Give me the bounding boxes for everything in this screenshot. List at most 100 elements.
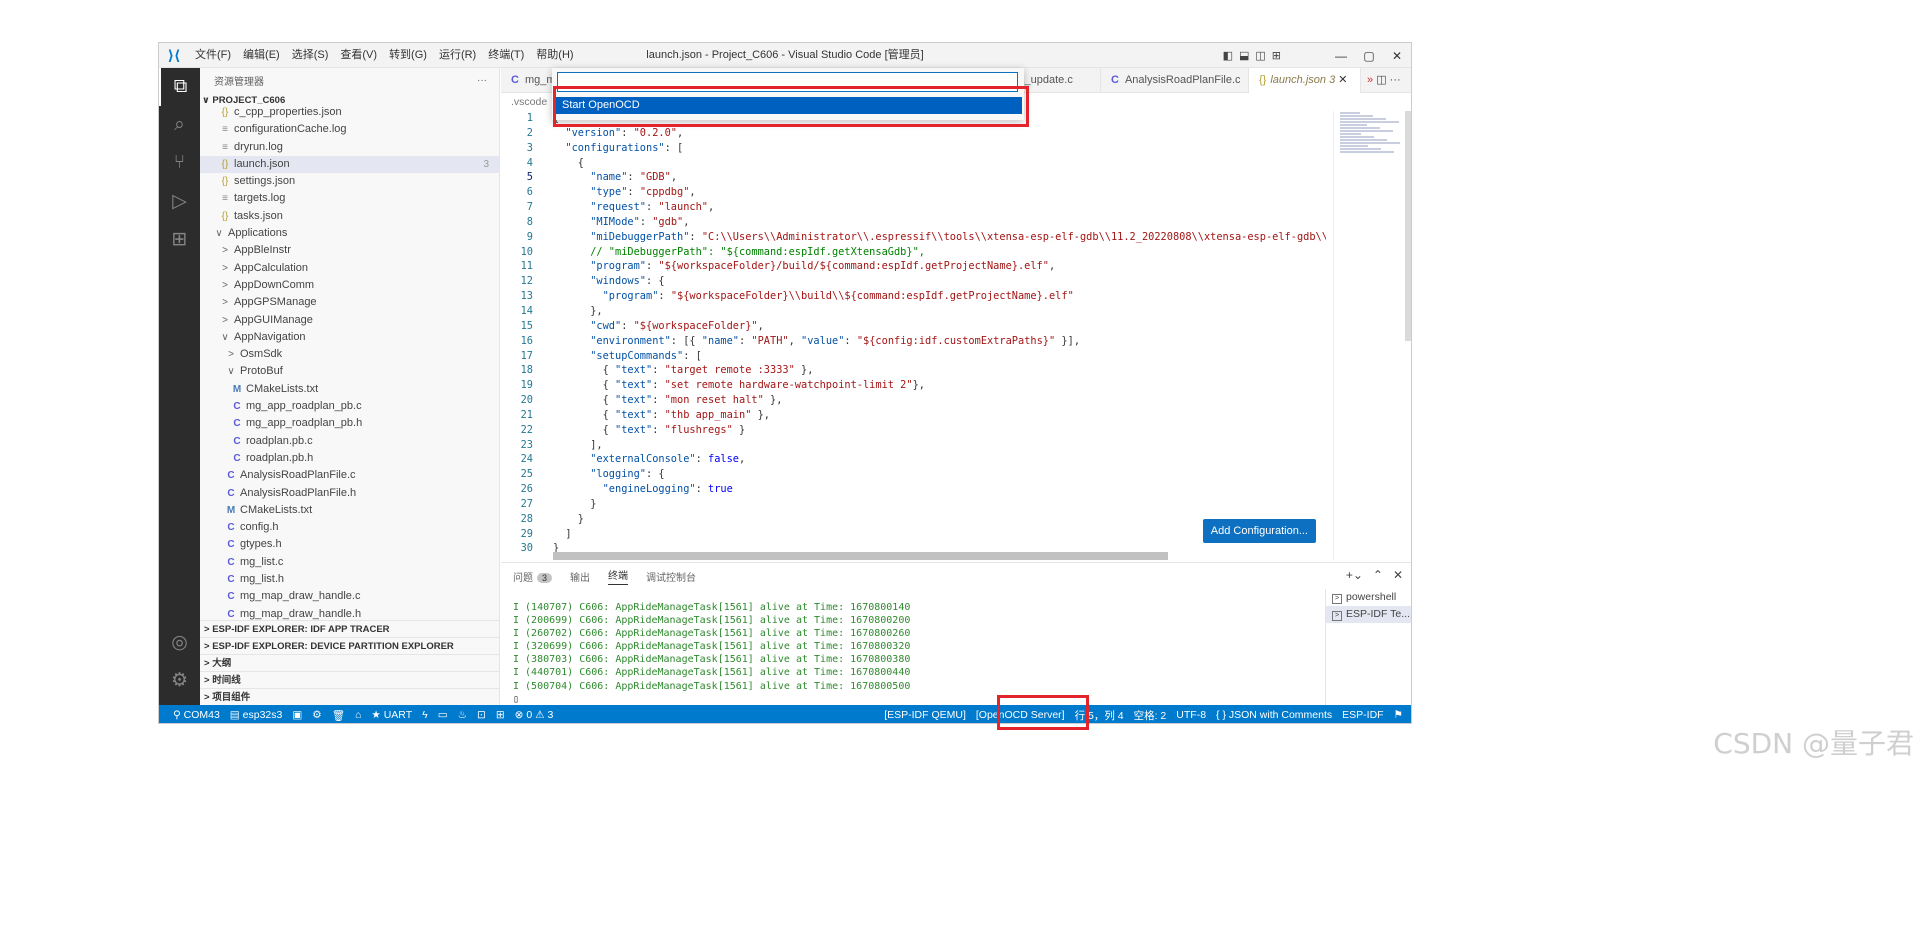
tree-item[interactable]: > AppGPSManage (200, 294, 499, 311)
tree-item[interactable]: C AnalysisRoadPlanFile.h (200, 485, 499, 502)
menu-file[interactable]: 文件(F) (189, 43, 237, 68)
tree-item[interactable]: > AppBleInstr (200, 242, 499, 259)
horizontal-scrollbar[interactable] (553, 552, 1168, 560)
tab-output[interactable]: 输出 (570, 569, 590, 584)
menu-help[interactable]: 帮助(H) (530, 43, 579, 68)
tree-item[interactable]: ≡ dryrun.log (200, 139, 499, 156)
tree-item[interactable]: Croadplan.pb.h (200, 450, 499, 467)
tree-item[interactable]: Croadplan.pb.c (200, 433, 499, 450)
maximize-button[interactable]: ▢ (1355, 49, 1383, 63)
account-icon[interactable]: ◎ (159, 623, 200, 661)
tab-analysis-roadplan[interactable]: C AnalysisRoadPlanFile.c (1101, 68, 1249, 93)
sdk-config-icon[interactable]: ▣ (292, 709, 302, 721)
section-timeline[interactable]: > 时间线 (200, 671, 499, 688)
encoding[interactable]: UTF-8 (1176, 709, 1206, 721)
menu-edit[interactable]: 编辑(E) (237, 43, 286, 68)
toggle-panel-icon[interactable]: ⬓ (1239, 49, 1249, 62)
indentation[interactable]: 空格: 2 (1134, 708, 1167, 723)
tree-item[interactable]: Cconfig.h (200, 519, 499, 536)
problems-item[interactable]: ⊗ 0 ⚠ 3 (515, 709, 554, 721)
tree-item[interactable]: {} tasks.json (200, 208, 499, 225)
section-partition-explorer[interactable]: > ESP-IDF EXPLORER: DEVICE PARTITION EXP… (200, 637, 499, 654)
terminal-icon[interactable]: ⊡ (477, 709, 486, 721)
terminal-output[interactable]: I (140707) C606: AppRideManageTask[1561]… (513, 601, 910, 706)
tree-item[interactable]: M CMakeLists.txt (200, 502, 499, 519)
extensions-icon[interactable]: ⊞ (159, 220, 200, 258)
more-tabs-icon[interactable]: » (1367, 74, 1373, 86)
build-icon[interactable]: ⌂ (355, 709, 361, 721)
menu-go[interactable]: 转到(G) (383, 43, 433, 68)
c-file-icon: C (511, 74, 519, 86)
close-tab-icon[interactable]: ✕ (1338, 74, 1347, 86)
tree-item[interactable]: Cmg_app_roadplan_pb.h (200, 415, 499, 432)
tree-item[interactable]: ∨ AppNavigation (200, 329, 499, 346)
tree-item[interactable]: Cmg_list.c (200, 554, 499, 571)
run-debug-icon[interactable]: ▷ (159, 182, 200, 220)
tree-item[interactable]: ≡ targets.log (200, 190, 499, 207)
new-terminal-icon[interactable]: +⌄ (1346, 568, 1363, 582)
search-icon[interactable]: ⌕ (159, 106, 200, 144)
explorer-icon[interactable]: ⧉ (159, 68, 200, 106)
section-project-components[interactable]: > 项目组件 (200, 688, 499, 705)
tab-terminal[interactable]: 终端 (608, 567, 629, 585)
monitor-icon[interactable]: ▭ (438, 709, 448, 721)
debug-icon[interactable]: ⊞ (496, 709, 505, 721)
highlight-box-openocd (997, 695, 1089, 730)
split-editor-icon[interactable]: ◫ (1376, 74, 1386, 86)
tree-item[interactable]: Cgtypes.h (200, 536, 499, 553)
toggle-sidebar-icon[interactable]: ◧ (1223, 49, 1233, 62)
close-panel-icon[interactable]: ✕ (1393, 568, 1403, 582)
tree-item[interactable]: {} launch.json 3 (200, 155, 499, 174)
add-configuration-button[interactable]: Add Configuration... (1202, 519, 1316, 543)
section-outline[interactable]: > 大纲 (200, 654, 499, 671)
menu-terminal[interactable]: 终端(T) (482, 43, 530, 68)
flash-icon[interactable]: ϟ (422, 709, 428, 721)
settings-gear-icon[interactable]: ⚙ (159, 661, 200, 699)
tree-item[interactable]: {} c_cpp_properties.json (200, 104, 499, 121)
code-editor[interactable]: 1{2 "version": "0.2.0",3 "configurations… (501, 111, 1326, 560)
maximize-panel-icon[interactable]: ⌃ (1373, 568, 1383, 582)
tree-item[interactable]: Cmg_app_roadplan_pb.c (200, 398, 499, 415)
toggle-secondary-sidebar-icon[interactable]: ◫ (1255, 49, 1265, 62)
vertical-scrollbar[interactable] (1405, 111, 1411, 341)
tree-item[interactable]: > AppGUIManage (200, 312, 499, 329)
tab-debug-console[interactable]: 调试控制台 (646, 569, 696, 584)
tree-item[interactable]: > AppCalculation (200, 260, 499, 277)
editor-more-icon[interactable]: ··· (1390, 74, 1401, 86)
tree-item[interactable]: > OsmSdk (200, 346, 499, 363)
terminal-item-espidf[interactable]: > ESP-IDF Te... (1326, 606, 1411, 623)
target-item[interactable]: ▤ esp32s3 (230, 709, 283, 721)
fire-icon[interactable]: ♨ (458, 709, 467, 721)
tree-item[interactable]: ∨ ProtoBuf (200, 363, 499, 380)
trash-icon[interactable]: 🗑 (332, 709, 345, 722)
tree-item[interactable]: ≡ configurationCache.log (200, 121, 499, 138)
terminal-item-powershell[interactable]: > powershell (1326, 589, 1411, 606)
esp-idf-item[interactable]: ESP-IDF (1342, 709, 1383, 721)
menu-run[interactable]: 运行(R) (433, 43, 482, 68)
settings-icon[interactable]: ⚙ (312, 709, 321, 721)
tree-item[interactable]: ∨ Applications (200, 225, 499, 242)
feedback-icon[interactable]: ⚑ (1394, 709, 1403, 721)
tree-item[interactable]: C AnalysisRoadPlanFile.c (200, 467, 499, 484)
customize-layout-icon[interactable]: ⊞ (1272, 49, 1281, 62)
section-idf-app-tracer[interactable]: > ESP-IDF EXPLORER: IDF APP TRACER (200, 620, 499, 637)
minimap[interactable] (1333, 111, 1411, 560)
minimize-button[interactable]: — (1327, 49, 1355, 63)
menu-selection[interactable]: 选择(S) (286, 43, 335, 68)
tree-item[interactable]: Cmg_list.h (200, 571, 499, 588)
tab-problems[interactable]: 问题 3 (513, 569, 553, 584)
source-control-icon[interactable]: ⑂ (159, 144, 200, 182)
close-window-button[interactable]: ✕ (1383, 49, 1411, 63)
tree-item[interactable]: M CMakeLists.txt (200, 381, 499, 398)
code-token: , (708, 201, 715, 214)
tree-item[interactable]: {} settings.json (200, 173, 499, 190)
uart-item[interactable]: ★ UART (371, 709, 412, 721)
menu-view[interactable]: 查看(V) (334, 43, 383, 68)
language-mode[interactable]: { } JSON with Comments (1216, 709, 1332, 721)
com-port-item[interactable]: ⚲ COM43 (173, 709, 220, 721)
tree-item[interactable]: Cmg_map_draw_handle.c (200, 588, 499, 605)
qemu-item[interactable]: [ESP-IDF QEMU] (884, 709, 966, 721)
tree-item[interactable]: > AppDownComm (200, 277, 499, 294)
explorer-more-button[interactable]: ··· (477, 75, 487, 86)
tab-launch-json[interactable]: {} launch.json 3 ✕ (1249, 68, 1361, 93)
